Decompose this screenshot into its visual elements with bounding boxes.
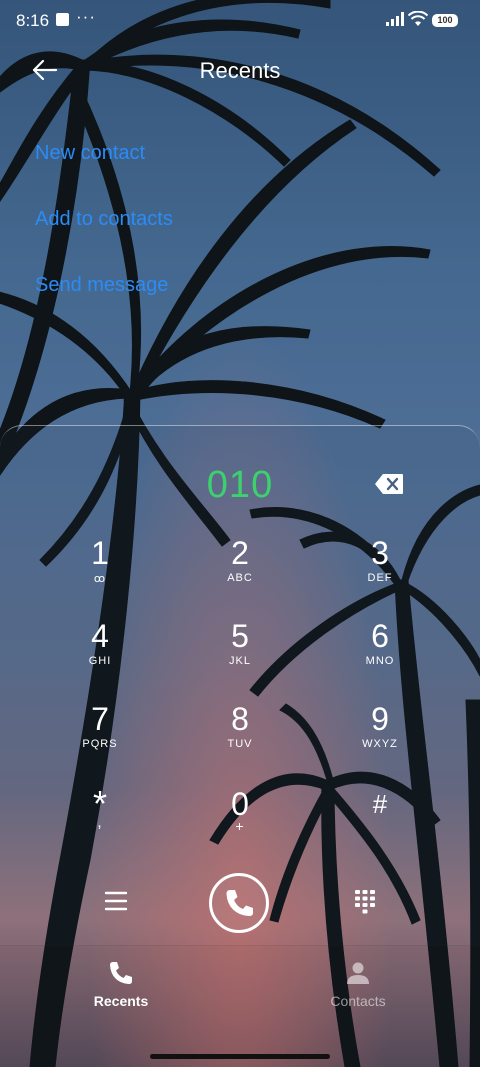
notification-icon <box>56 13 69 26</box>
key-4[interactable]: 4 GHI <box>45 618 155 694</box>
key-0[interactable]: 0 + <box>185 786 295 862</box>
key-6[interactable]: 6 MNO <box>325 618 435 694</box>
key-7[interactable]: 7 PQRS <box>45 701 155 777</box>
key-letters: WXYZ <box>362 738 398 750</box>
home-indicator[interactable] <box>150 1054 330 1059</box>
key-letters: , <box>97 814 103 831</box>
key-letters: + <box>235 818 245 834</box>
key-letters: DEF <box>367 572 393 584</box>
header: Recents <box>0 50 480 90</box>
key-9[interactable]: 9 WXYZ <box>325 701 435 777</box>
key-5[interactable]: 5 JKL <box>185 618 295 694</box>
key-digit: 8 <box>231 701 249 737</box>
key-digit: 1 <box>91 535 109 571</box>
backspace-icon[interactable] <box>374 473 404 495</box>
status-time: 8:16 <box>16 11 50 30</box>
tab-recents[interactable]: Recents <box>51 960 191 1009</box>
person-icon <box>347 962 369 984</box>
key-digit: 2 <box>231 535 249 571</box>
menu-icon[interactable] <box>104 890 128 912</box>
key-digit: 3 <box>371 535 389 571</box>
key-letters: ABC <box>227 572 253 584</box>
dialed-number: 010 <box>206 464 274 506</box>
tab-label: Recents <box>93 993 149 1009</box>
phone-icon <box>110 962 132 984</box>
more-notifications-icon: ··· <box>76 7 96 26</box>
key-letters: TUV <box>227 738 253 750</box>
call-button[interactable] <box>209 873 269 933</box>
key-letters: MNO <box>365 655 395 667</box>
key-digit: 5 <box>231 618 249 654</box>
key-3[interactable]: 3 DEF <box>325 535 435 611</box>
key-letters: JKL <box>229 655 251 667</box>
key-letters: GHI <box>88 655 112 667</box>
key-digit: 4 <box>91 618 109 654</box>
add-to-contacts-link[interactable]: Add to contacts <box>35 208 173 231</box>
page-title: Recents <box>199 58 281 83</box>
phone-icon <box>226 890 253 916</box>
key-star[interactable]: * , <box>45 786 155 862</box>
wifi-icon <box>408 11 428 26</box>
key-2[interactable]: 2 ABC <box>185 535 295 611</box>
key-digit: # <box>372 789 388 819</box>
dialpad-icon[interactable] <box>354 889 376 915</box>
key-digit: 9 <box>371 701 389 737</box>
battery-icon: 100 <box>432 14 458 27</box>
key-1[interactable]: 1 ꝏ <box>45 535 155 611</box>
key-8[interactable]: 8 TUV <box>185 701 295 777</box>
key-digit: 6 <box>371 618 389 654</box>
key-hash[interactable]: # <box>325 786 435 862</box>
send-message-link[interactable]: Send message <box>35 274 168 297</box>
key-digit: 7 <box>91 701 109 737</box>
new-contact-link[interactable]: New contact <box>35 142 145 165</box>
key-letters: PQRS <box>82 738 118 750</box>
voicemail-icon: ꝏ <box>93 573 107 585</box>
status-bar: 8:16 ··· 100 <box>0 0 480 40</box>
key-digit: 0 <box>231 786 249 822</box>
signal-icon <box>386 12 404 26</box>
tab-label: Contacts <box>330 993 386 1009</box>
tab-contacts[interactable]: Contacts <box>288 960 428 1009</box>
